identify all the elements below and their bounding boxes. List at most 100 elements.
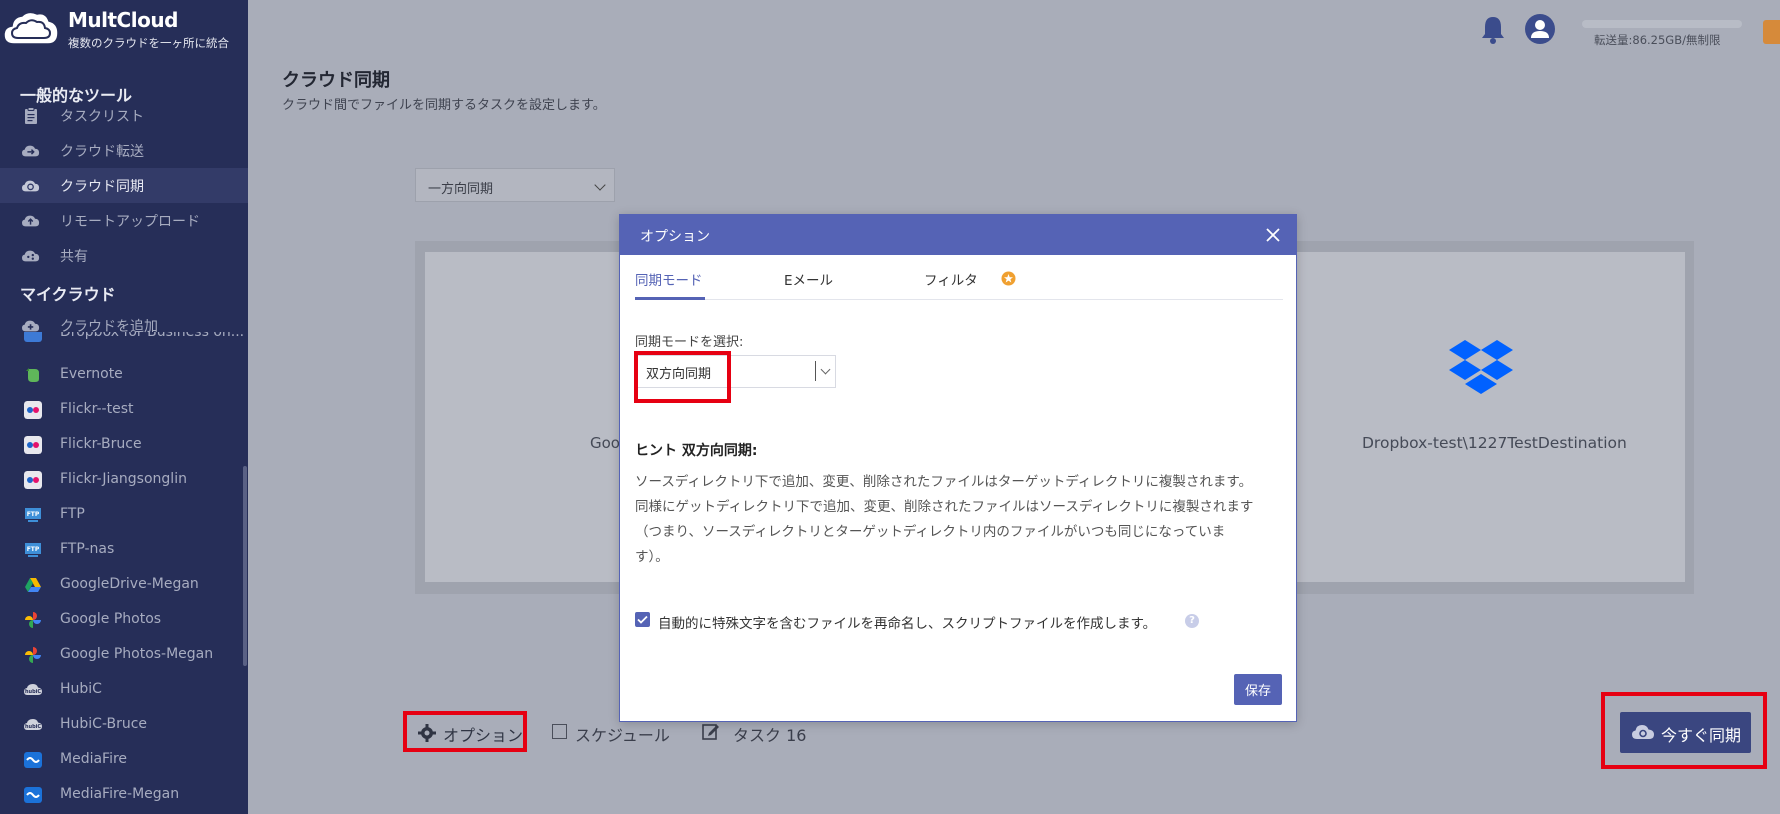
- gear-icon: [418, 724, 436, 742]
- sidebar-cloud-mediafire[interactable]: MediaFire: [0, 743, 248, 778]
- sidebar-cloud-ftp-nas[interactable]: FTP FTP-nas: [0, 533, 248, 568]
- google-photos-icon: [25, 612, 41, 628]
- sidebar-item-label: GoogleDrive-Megan: [60, 576, 199, 592]
- check-icon: [637, 615, 648, 624]
- options-modal: オプション 同期モード Eメール フィルタ 同期モードを選択: 双方向同期 ヒン…: [619, 214, 1297, 722]
- premium-star-icon: [1001, 271, 1016, 286]
- mediafire-icon: [24, 752, 42, 768]
- sidebar-item-share[interactable]: 共有: [0, 238, 248, 273]
- task-name[interactable]: タスク 16: [733, 722, 806, 746]
- tab-sync-mode[interactable]: 同期モード: [635, 269, 703, 289]
- sidebar-cloud-google-photos[interactable]: Google Photos: [0, 603, 248, 638]
- cloud-share-icon: [22, 250, 40, 262]
- user-icon: [1531, 20, 1549, 38]
- hint-body: ソースディレクトリ下で追加、変更、削除されたファイルはターゲットディレクトリに複…: [635, 470, 1285, 570]
- sidebar-cloud-hubic-bruce[interactable]: hubiC HubiC-Bruce: [0, 708, 248, 743]
- sync-now-button[interactable]: 今すぐ同期: [1620, 712, 1751, 753]
- source-panel[interactable]: [425, 252, 625, 582]
- sidebar-item-cloud-transfer[interactable]: クラウド転送: [0, 133, 248, 168]
- sync-now-label: 今すぐ同期: [1661, 726, 1742, 745]
- sidebar-cloud-mediafire-megan[interactable]: MediaFire-Megan: [0, 778, 248, 813]
- help-icon[interactable]: ?: [1185, 614, 1199, 628]
- tab-filter[interactable]: フィルタ: [924, 269, 978, 289]
- sidebar-cloud-flickr-bruce[interactable]: Flickr-Bruce: [0, 428, 248, 463]
- brand-name: MultCloud: [68, 8, 178, 32]
- quota-text: 転送量:86.25GB/無制限: [1594, 33, 1721, 47]
- options-button[interactable]: オプション: [403, 711, 527, 752]
- sidebar-cloud-flickr-jiangsonglin[interactable]: Flickr-Jiangsonglin: [0, 463, 248, 498]
- svg-text:FTP: FTP: [27, 511, 40, 518]
- flickr-icon: [24, 436, 42, 454]
- sidebar: MultCloud 複数のクラウドを一ヶ所に統合 一般的なツール タスクリスト …: [0, 0, 248, 814]
- user-avatar[interactable]: [1525, 14, 1555, 44]
- hint-line: （つまり、ソースディレクトリとターゲットディレクトリ内のファイルがいつも同じにな…: [635, 524, 1226, 540]
- active-tab-indicator: [635, 297, 705, 300]
- sidebar-item-label: Flickr-Bruce: [60, 436, 142, 452]
- svg-text:hubiC: hubiC: [25, 689, 41, 695]
- sidebar-item-cloud-sync[interactable]: クラウド同期: [0, 168, 248, 203]
- sidebar-cloud-ftp[interactable]: FTP FTP: [0, 498, 248, 533]
- sidebar-item-label: HubiC: [60, 681, 102, 697]
- rename-special-chars-checkbox[interactable]: [635, 612, 650, 627]
- sidebar-cloud-dropbox-business[interactable]: Dropbox for Business oh...: [0, 332, 248, 350]
- sidebar-cloud-googledrive-megan[interactable]: GoogleDrive-Megan: [0, 568, 248, 603]
- logo[interactable]: MultCloud 複数のクラウドを一ヶ所に統合: [0, 0, 248, 56]
- hubic-icon: hubiC: [24, 719, 42, 730]
- select-cursor: [815, 361, 816, 381]
- source-path-text: Goo: [590, 434, 620, 452]
- page-title: クラウド同期: [282, 70, 390, 91]
- bell-icon[interactable]: [1480, 14, 1506, 44]
- multcloud-logo-icon: [3, 11, 59, 45]
- chevron-down-icon: [594, 179, 606, 191]
- close-icon[interactable]: [1264, 226, 1282, 244]
- rename-special-chars-label[interactable]: 自動的に特殊文字を含むファイルを再命名し、スクリプトファイルを作成します。: [658, 612, 1156, 632]
- hubic-icon: hubiC: [24, 684, 42, 695]
- sidebar-item-label: FTP: [60, 506, 85, 522]
- sidebar-item-task-list[interactable]: タスクリスト: [0, 98, 248, 133]
- sidebar-item-label: Google Photos-Megan: [60, 646, 214, 662]
- sync-mode-select[interactable]: 一方向同期: [415, 168, 615, 202]
- sidebar-item-label: Flickr--test: [60, 401, 134, 417]
- tab-email[interactable]: Eメール: [784, 269, 833, 289]
- hint-title: ヒント 双方向同期:: [635, 443, 758, 459]
- google-photos-icon: [25, 647, 41, 663]
- dropbox-icon: [1449, 340, 1513, 394]
- sync-mode-select-value: 一方向同期: [428, 182, 494, 197]
- google-drive-icon: [25, 578, 41, 592]
- brand-tagline: 複数のクラウドを一ヶ所に統合: [68, 36, 229, 50]
- sidebar-scrollbar[interactable]: [243, 466, 247, 666]
- sidebar-item-label: タスクリスト: [60, 109, 144, 125]
- hint-line: す）。: [635, 549, 669, 565]
- sidebar-item-label: Flickr-Jiangsonglin: [60, 471, 187, 487]
- cloud-sync-icon: [22, 180, 40, 192]
- schedule-checkbox[interactable]: [552, 724, 567, 739]
- sidebar-cloud-hubic[interactable]: hubiC HubiC: [0, 673, 248, 708]
- hint-line: ソースディレクトリ下で追加、変更、削除されたファイルはターゲットディレクトリに複…: [635, 474, 1253, 490]
- options-button-label: オプション: [443, 726, 524, 745]
- sidebar-item-remote-upload[interactable]: リモートアップロード: [0, 203, 248, 238]
- sidebar-cloud-flickr-test[interactable]: Flickr--test: [0, 393, 248, 428]
- sync-mode-select-label: 同期モードを選択:: [635, 335, 744, 350]
- destination-path-text: Dropbox-test\1227TestDestination: [1362, 434, 1627, 452]
- hint-line: 同様にゲットディレクトリ下で追加、変更、削除されたファイルはソースディレクトリに…: [635, 499, 1254, 515]
- my-cloud-title: マイクラウド: [20, 285, 116, 304]
- sidebar-item-label: クラウド同期: [60, 179, 144, 195]
- save-button[interactable]: 保存: [1234, 674, 1282, 705]
- page-subtitle: クラウド間でファイルを同期するタスクを設定します。: [282, 98, 606, 113]
- dropbox-icon: [24, 332, 42, 342]
- modal-header: オプション: [620, 215, 1296, 255]
- sidebar-cloud-google-photos-megan[interactable]: Google Photos-Megan: [0, 638, 248, 673]
- flickr-icon: [24, 401, 42, 419]
- schedule-label[interactable]: スケジュール: [575, 722, 670, 746]
- clipboard-icon: [25, 107, 37, 124]
- mediafire-icon: [24, 787, 42, 803]
- corner-badge[interactable]: [1763, 20, 1780, 44]
- sidebar-cloud-evernote[interactable]: Evernote: [0, 358, 248, 393]
- svg-text:hubiC: hubiC: [25, 724, 41, 730]
- ftp-icon: FTP: [25, 543, 41, 557]
- sidebar-item-label: 共有: [60, 249, 88, 265]
- evernote-icon: [26, 368, 39, 382]
- edit-icon[interactable]: [702, 722, 720, 740]
- sidebar-item-label: Evernote: [60, 366, 123, 382]
- destination-panel[interactable]: [1280, 252, 1685, 582]
